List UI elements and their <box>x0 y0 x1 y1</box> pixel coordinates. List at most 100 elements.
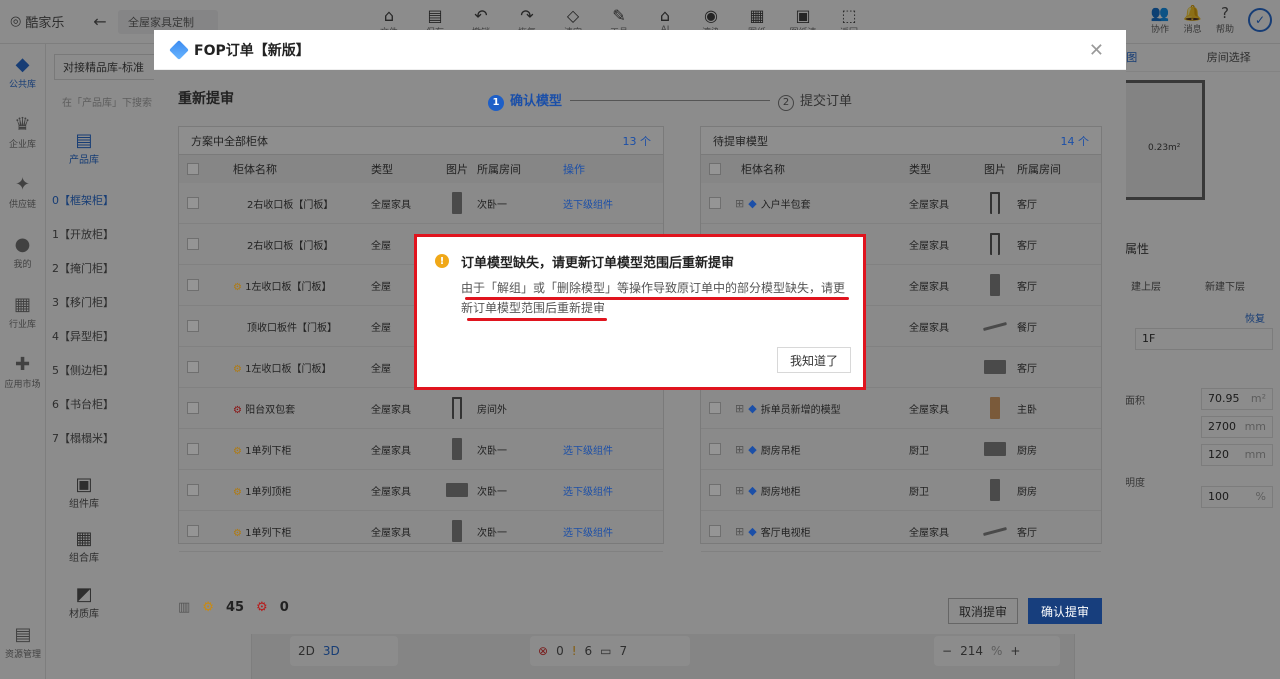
table-row[interactable]: ⚙ 1单列下柜 全屋家具 次卧一 选下级组件 <box>179 511 663 552</box>
model-type: 全屋家具 <box>909 322 949 334</box>
cabinet-name: 顶收口板件【门板】 <box>213 319 371 334</box>
right-table-count: 14 个 <box>1060 134 1090 148</box>
model-room: 客厅 <box>1017 281 1037 293</box>
select-sub-component-link[interactable]: 选下级组件 <box>563 196 643 211</box>
cabinet-thumbnail <box>437 520 477 542</box>
step-confirm-model: 1 确认模型 <box>488 90 562 111</box>
cabinet-name: ⚙ 1单列下柜 <box>213 524 371 539</box>
row-checkbox[interactable] <box>187 484 199 496</box>
cabinet-name: ⚙ 阳台双包套 <box>213 401 371 416</box>
model-type: 厨卫 <box>909 445 929 457</box>
column-header: 图片 <box>984 163 1006 176</box>
step-submit-order: 2 提交订单 <box>778 90 852 111</box>
row-checkbox[interactable] <box>187 443 199 455</box>
column-header: 所属房间 <box>1017 163 1061 176</box>
model-cube-icon: ◆ <box>748 401 757 415</box>
row-checkbox[interactable] <box>187 197 199 209</box>
row-checkbox[interactable] <box>187 402 199 414</box>
table-row[interactable]: ⊞ ◆ 客厅电视柜 全屋家具 客厅 <box>701 511 1101 552</box>
thumbnail-image <box>990 233 1000 255</box>
table-row[interactable]: ⊞ ◆ 入户半包套 全屋家具 客厅 <box>701 183 1101 224</box>
thumbnail-image <box>984 360 1006 374</box>
row-checkbox[interactable] <box>709 197 721 209</box>
model-name-text: 入户半包套 <box>760 199 811 211</box>
model-thumbnail <box>973 397 1017 419</box>
select-sub-component-link[interactable]: 选下级组件 <box>563 442 643 457</box>
cabinet-name: 2右收口板【门板】 <box>213 196 371 211</box>
model-name: ⊞ ◆ 拆单员新增的模型 <box>735 401 909 416</box>
cabinet-type: 全屋家具 <box>371 486 411 498</box>
warning-icon: ! <box>435 254 449 268</box>
cabinet-room: 房间外 <box>477 404 507 416</box>
model-thumbnail <box>973 360 1017 374</box>
cabinet-thumbnail <box>437 192 477 214</box>
model-type: 全屋家具 <box>909 404 949 416</box>
model-thumbnail <box>973 321 1017 331</box>
missing-model-alert: ! 订单模型缺失，请更新订单模型范围后重新提审 由于「解组」或「删除模型」等操作… <box>414 234 866 390</box>
table-row[interactable]: 2右收口板【门板】 全屋家具 次卧一 选下级组件 <box>179 183 663 224</box>
cabinet-name-text: 2右收口板【门板】 <box>247 199 334 211</box>
model-cube-icon: ◆ <box>748 524 757 538</box>
stepper: 1 确认模型 2 提交订单 <box>488 90 852 111</box>
row-checkbox[interactable] <box>187 320 199 332</box>
close-icon[interactable]: ✕ <box>1089 40 1104 61</box>
acknowledge-button[interactable]: 我知道了 <box>777 347 851 373</box>
cabinet-type-icon: ⚙ <box>233 445 246 457</box>
column-header: 所属房间 <box>477 163 521 176</box>
thumbnail-image <box>983 526 1007 536</box>
table-row[interactable]: ⊞ ◆ 厨房吊柜 厨卫 厨房 <box>701 429 1101 470</box>
model-name-text: 厨房吊柜 <box>760 445 801 457</box>
model-thumbnail <box>973 442 1017 456</box>
alert-title: 订单模型缺失，请更新订单模型范围后重新提审 <box>461 256 735 271</box>
select-sub-component-link[interactable]: 选下级组件 <box>563 524 643 539</box>
table-row[interactable]: ⊞ ◆ 厨房地柜 厨卫 厨房 <box>701 470 1101 511</box>
group-icon: ⊞ <box>735 442 745 456</box>
cabinet-type: 全屋家具 <box>371 445 411 457</box>
row-checkbox[interactable] <box>709 484 721 496</box>
cabinet-icon: ▥ <box>178 600 191 615</box>
cabinet-name-text: 1单列下柜 <box>245 527 292 539</box>
cabinet-type-icon: ⚙ <box>233 486 246 498</box>
cabinet-name: 2右收口板【门板】 <box>213 237 371 252</box>
cabinet-type-icon: ⚙ <box>233 527 246 539</box>
confirm-review-button[interactable]: 确认提审 <box>1028 598 1102 624</box>
table-row[interactable]: ⊞ ◆ 拆单员新增的模型 全屋家具 主卧 <box>701 388 1101 429</box>
thumbnail-image <box>983 321 1007 331</box>
cabinet-name-text: 1单列下柜 <box>245 445 292 457</box>
thumbnail-image <box>452 438 462 460</box>
cabinet-name-text: 2右收口板【门板】 <box>247 240 334 252</box>
table-row[interactable]: ⚙ 1单列顶柜 全屋家具 次卧一 选下级组件 <box>179 470 663 511</box>
row-checkbox[interactable] <box>187 525 199 537</box>
column-header: 柜体名称 <box>233 163 277 176</box>
column-header: 类型 <box>909 163 931 176</box>
model-thumbnail <box>973 479 1017 501</box>
model-name: ⊞ ◆ 厨房地柜 <box>735 483 909 498</box>
row-checkbox[interactable] <box>187 361 199 373</box>
thumbnail-image <box>990 274 1000 296</box>
table-row[interactable]: ⚙ 1单列下柜 全屋家具 次卧一 选下级组件 <box>179 429 663 470</box>
cabinet-name: ⚙ 1左收口板【门板】 <box>213 360 371 375</box>
select-all-checkbox[interactable] <box>187 163 199 175</box>
model-name: ⊞ ◆ 厨房吊柜 <box>735 442 909 457</box>
row-checkbox[interactable] <box>187 279 199 291</box>
thumbnail-image <box>990 479 1000 501</box>
row-checkbox[interactable] <box>709 443 721 455</box>
cancel-review-button[interactable]: 取消提审 <box>948 598 1018 624</box>
group-icon: ⊞ <box>735 524 745 538</box>
model-name-text: 客厅电视柜 <box>760 527 811 539</box>
model-type: 全屋家具 <box>909 240 949 252</box>
row-checkbox[interactable] <box>187 238 199 250</box>
table-row[interactable]: ⚙ 阳台双包套 全屋家具 房间外 <box>179 388 663 429</box>
model-room: 餐厅 <box>1017 322 1037 334</box>
cabinet-type-icon: ⚙ <box>233 281 246 293</box>
model-name-text: 拆单员新增的模型 <box>760 404 841 416</box>
row-checkbox[interactable] <box>709 525 721 537</box>
select-sub-component-link[interactable]: 选下级组件 <box>563 483 643 498</box>
cabinet-thumbnail <box>437 397 477 419</box>
model-type: 全屋家具 <box>909 527 949 539</box>
row-checkbox[interactable] <box>709 402 721 414</box>
error-model-count: 0 <box>279 600 289 615</box>
model-cube-icon: ◆ <box>748 483 757 497</box>
model-room: 客厅 <box>1017 527 1037 539</box>
select-all-checkbox[interactable] <box>709 163 721 175</box>
